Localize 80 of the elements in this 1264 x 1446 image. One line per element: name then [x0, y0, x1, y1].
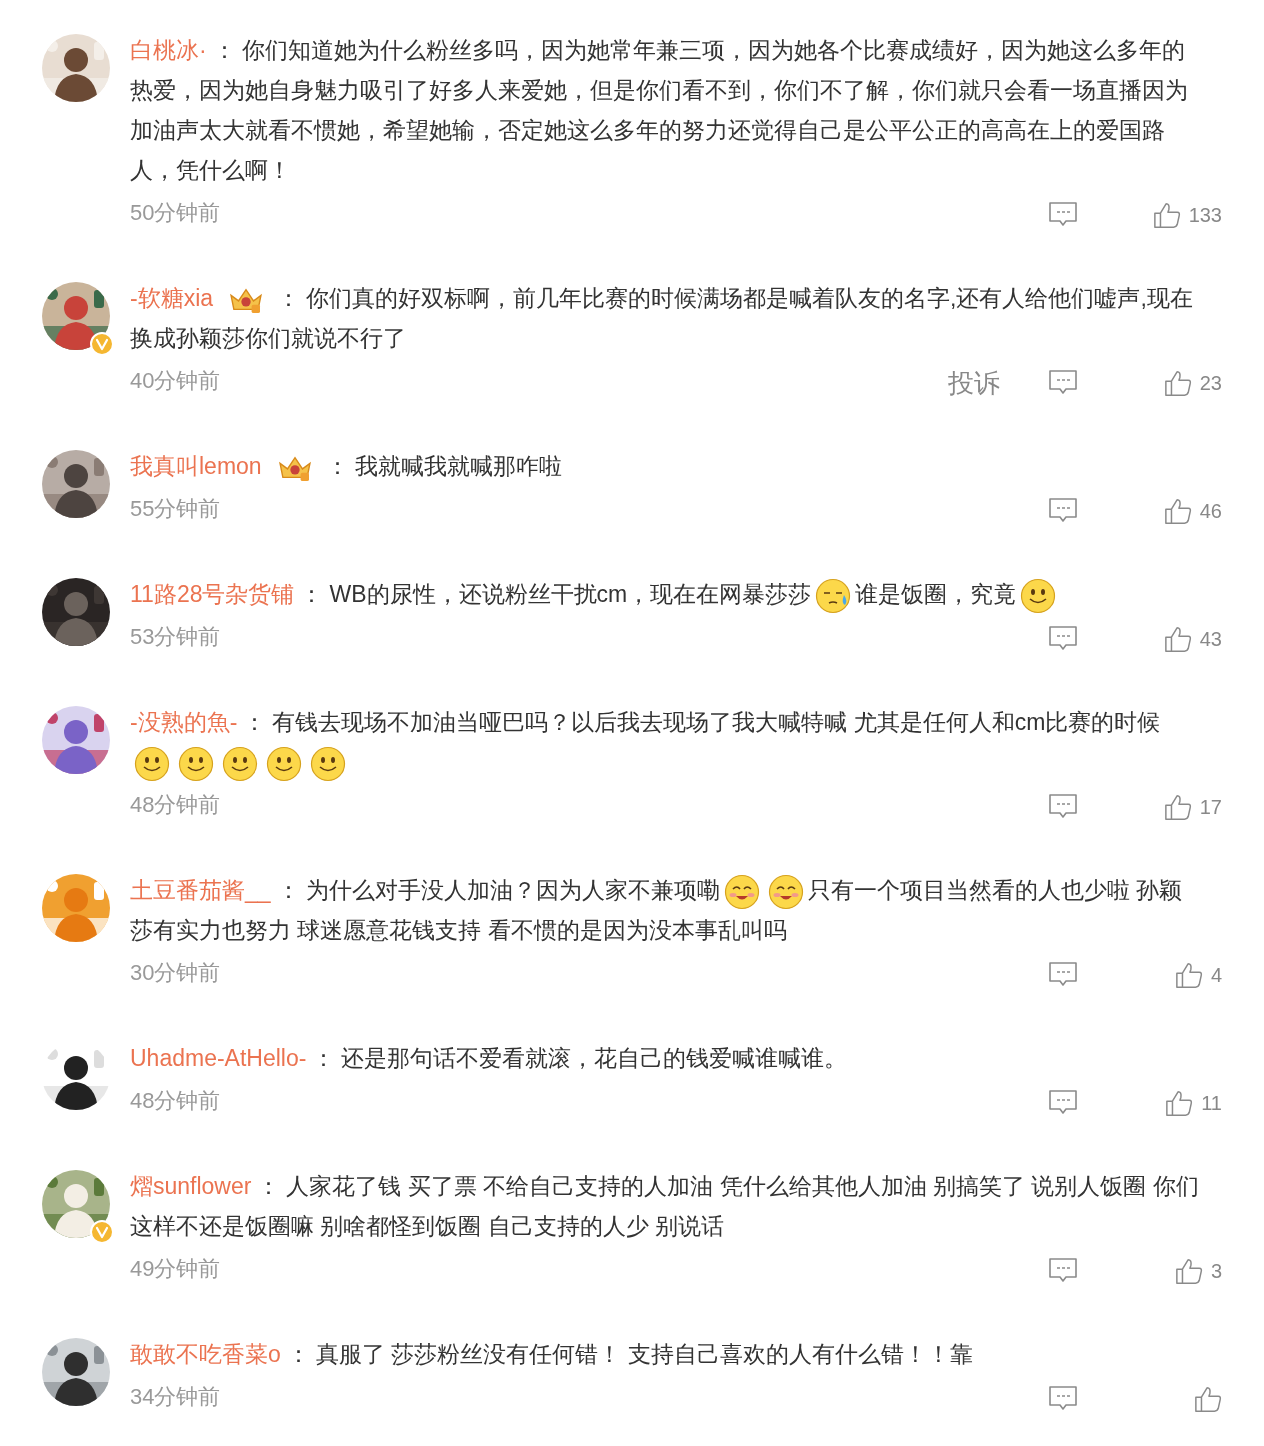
emoji-icon — [134, 745, 170, 782]
comment-icon[interactable] — [1048, 1385, 1078, 1413]
like-count: 46 — [1199, 499, 1222, 524]
timestamp: 53分钟前 — [130, 622, 221, 651]
like-count: 11 — [1201, 1091, 1222, 1116]
emoji-icon — [222, 745, 258, 782]
comment-icon[interactable] — [1048, 201, 1078, 229]
comment-text: 这样不还是饭圈嘛 别啥都怪到饭圈 自己支持的人少 别说话 — [130, 1213, 725, 1239]
colon-text: ： — [300, 581, 324, 607]
timestamp: 48分钟前 — [130, 790, 221, 819]
emoji-icon — [815, 577, 852, 614]
colon-text: ： — [286, 1341, 310, 1367]
comment-text: 谁是饭圈，究竟 — [855, 581, 1017, 607]
colon-text: ： — [325, 453, 349, 479]
comment-text: 只有一个项目当然看的人也少啦 孙颖 — [807, 877, 1182, 903]
comment-icon[interactable] — [1048, 369, 1078, 397]
colon-text: ： — [212, 37, 236, 63]
colon-text: ： — [257, 1173, 281, 1199]
comment-icon[interactable] — [1048, 625, 1078, 653]
comment-text: WB的尿性，还说粉丝干扰cm，现在在网暴莎莎 — [329, 581, 812, 607]
emoji-icon — [767, 873, 804, 910]
thumbs-up-icon[interactable] — [1194, 1385, 1222, 1413]
username-link[interactable]: 熠sunflower — [130, 1173, 252, 1199]
username-link[interactable]: 敢敢不吃香菜o — [130, 1341, 281, 1367]
colon-text: ： — [277, 285, 301, 311]
timestamp: 48分钟前 — [130, 1086, 221, 1115]
comment-icon[interactable] — [1048, 961, 1078, 989]
like-count: 3 — [1210, 1259, 1222, 1284]
timestamp: 40分钟前 — [130, 366, 221, 395]
report-link[interactable]: 投诉 — [948, 363, 1000, 403]
comment-icon[interactable] — [1048, 497, 1078, 525]
comment-text: 为什么对手没人加油？因为人家不兼项嘞 — [305, 877, 720, 903]
emoji-icon — [266, 745, 302, 782]
comment-text: 有钱去现场不加油当哑巴吗？以后我去现场了我大喊特喊 尤其是任何人和cm比赛的时候 — [272, 709, 1161, 735]
thumbs-up-icon[interactable] — [1163, 793, 1192, 821]
timestamp: 50分钟前 — [130, 198, 221, 227]
thumbs-up-icon[interactable] — [1163, 497, 1192, 525]
username-link[interactable]: -软糖xia — [130, 285, 214, 311]
username-link[interactable]: Uhadme-AtHello- — [130, 1045, 307, 1071]
colon-text: ： — [243, 709, 267, 735]
comment-text: 热爱，因为她自身魅力吸引了好多人来爱她，但是你们看不到，你们不了解，你们就只会看一场直播因为 — [130, 77, 1188, 103]
comment-text: 我就喊我就喊那咋啦 — [354, 453, 562, 479]
comment-icon[interactable] — [1048, 793, 1078, 821]
emoji-icon — [1020, 577, 1057, 614]
comment-icon[interactable] — [1048, 1089, 1078, 1117]
emoji-icon — [310, 745, 346, 782]
comment-text: 人家花了钱 买了票 不给自己支持的人加油 凭什么给其他人加油 别搞笑了 说别人饭圈 你们 — [286, 1173, 1199, 1199]
username-link[interactable]: 白桃冰· — [130, 37, 207, 63]
comment-text: 换成孙颖莎你们就说不行了 — [130, 325, 406, 351]
thumbs-up-icon[interactable] — [1152, 201, 1181, 229]
comment-text: 真服了 莎莎粉丝没有任何错！ 支持自己喜欢的人有什么错！！靠 — [315, 1341, 973, 1367]
thumbs-up-icon[interactable] — [1174, 961, 1203, 989]
thumbs-up-icon[interactable] — [1163, 625, 1192, 653]
comment-text: 人，凭什么啊！ — [130, 157, 291, 183]
comment-text: 你们真的好双标啊，前几年比赛的时候满场都是喊着队友的名字,还有人给他们嘘声,现在 — [306, 285, 1193, 311]
comment-text: 莎有实力也努力 球迷愿意花钱支持 看不惯的是因为没本事乱叫吗 — [130, 917, 787, 943]
timestamp: 34分钟前 — [130, 1382, 221, 1411]
timestamp: 30分钟前 — [130, 958, 221, 987]
colon-text: ： — [312, 1045, 336, 1071]
username-link[interactable]: 11路28号杂货铺 — [130, 581, 295, 607]
username-link[interactable]: 土豆番茄酱__ — [130, 877, 271, 903]
like-count: 133 — [1188, 203, 1222, 228]
emoji-icon — [178, 745, 214, 782]
like-count: 4 — [1210, 963, 1222, 988]
comment-icon[interactable] — [1048, 1257, 1078, 1285]
thumbs-up-icon[interactable] — [1165, 1089, 1194, 1117]
comment-text: 你们知道她为什么粉丝多吗，因为她常年兼三项，因为她各个比赛成绩好，因为她这么多年的 — [241, 37, 1185, 63]
like-count: 23 — [1199, 371, 1222, 396]
emoji-icon — [723, 873, 760, 910]
colon-text: ： — [276, 877, 300, 903]
thumbs-up-icon[interactable] — [1174, 1257, 1203, 1285]
comment-text: 加油声太大就看不惯她，希望她输，否定她这么多年的努力还觉得自己是公平公正的高高在上的爱国路 — [130, 117, 1165, 143]
timestamp: 49分钟前 — [130, 1254, 221, 1283]
username-link[interactable]: -没熟的魚- — [130, 709, 238, 735]
timestamp: 55分钟前 — [130, 494, 221, 523]
like-count: 17 — [1199, 795, 1222, 820]
username-link[interactable]: 我真叫lemon — [130, 453, 262, 479]
like-count: 43 — [1199, 627, 1222, 652]
thumbs-up-icon[interactable] — [1163, 369, 1192, 397]
comment-text: 还是那句话不爱看就滚，花自己的钱爱喊谁喊谁。 — [341, 1045, 848, 1071]
